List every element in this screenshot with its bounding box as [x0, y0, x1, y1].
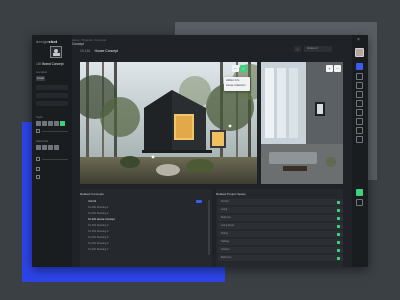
location-label: Location	[36, 70, 48, 74]
space-status-badge	[337, 240, 340, 244]
tree-item[interactable]: 01-181 Drawing 1	[88, 206, 108, 209]
add-button[interactable]: +	[294, 46, 301, 52]
space-status-badge	[337, 248, 340, 252]
list-icon[interactable]	[36, 157, 40, 161]
style-swatches	[36, 121, 65, 126]
app-window: designshot 185 Brand Concept Location Fo…	[32, 35, 368, 267]
image-icon[interactable]	[36, 167, 40, 171]
swatch[interactable]	[48, 121, 53, 126]
swatch[interactable]	[54, 145, 59, 150]
user-icon[interactable]	[356, 127, 363, 134]
interior-image[interactable]	[261, 62, 343, 184]
app-logo: designshot	[36, 39, 58, 44]
related-concepts-panel	[80, 189, 212, 267]
materials-slider[interactable]	[42, 159, 68, 160]
version-select[interactable]: Version 2	[304, 46, 332, 52]
tree-item[interactable]: 01-181 Drawing 2	[88, 212, 108, 215]
swatch[interactable]	[36, 121, 41, 126]
space-status-badge	[337, 224, 340, 228]
filter-icon[interactable]	[356, 199, 363, 206]
section-title: Concept	[72, 42, 84, 46]
folder-tag[interactable]	[196, 200, 202, 203]
swatch[interactable]	[42, 121, 47, 126]
close-icon[interactable]: ×	[357, 37, 360, 43]
space-status-badge	[337, 200, 340, 204]
filter-field-3[interactable]	[36, 101, 68, 106]
settings-icon[interactable]	[356, 118, 363, 125]
swatch[interactable]	[36, 145, 41, 150]
location-chip[interactable]: Forest	[36, 76, 45, 81]
space-status-badge	[337, 216, 340, 220]
expand-icon[interactable]: +	[326, 65, 333, 72]
space-row[interactable]: Bathroom	[218, 255, 343, 261]
help-icon[interactable]	[356, 136, 363, 143]
menu-item[interactable]: House Collection	[224, 82, 250, 87]
related-spaces-title: Related Project Space	[216, 192, 246, 196]
grid-icon[interactable]	[36, 129, 40, 133]
style-slider[interactable]	[42, 131, 68, 132]
tree-folder[interactable]: Unit 01	[88, 200, 96, 203]
tree-item[interactable]: 01-181 Drawing 5	[88, 236, 108, 239]
interior-illustration	[261, 62, 343, 184]
calendar-icon[interactable]	[356, 100, 363, 107]
avatar[interactable]	[355, 48, 364, 57]
tree-item[interactable]: 01-181 Drawing 3	[88, 224, 108, 227]
project-thumbnail[interactable]	[50, 46, 62, 58]
tree-item[interactable]: 01-181 Drawing 7	[88, 248, 108, 251]
space-row[interactable]: Hallway	[218, 239, 343, 245]
space-status-badge	[337, 232, 340, 236]
home-icon[interactable]	[356, 63, 363, 70]
swatch[interactable]	[42, 145, 47, 150]
material-swatches	[36, 145, 59, 150]
swatch[interactable]	[48, 145, 53, 150]
filter-field-2[interactable]	[36, 93, 68, 98]
tree-item-selected[interactable]: 01-181 House Concept	[88, 218, 115, 221]
space-row[interactable]: Living	[218, 207, 343, 213]
space-row[interactable]: Dining	[218, 231, 343, 237]
project-selector[interactable]: 185 Brand Concept	[36, 62, 63, 66]
swatch[interactable]	[54, 121, 59, 126]
concepts-scrollbar[interactable]	[208, 200, 210, 255]
grid-icon[interactable]	[356, 82, 363, 89]
status-icon[interactable]	[356, 189, 363, 196]
space-row[interactable]: Living Room	[218, 223, 343, 229]
layers-icon[interactable]	[356, 73, 363, 80]
materials-label: Materials	[36, 139, 49, 143]
space-row[interactable]: Outdoor	[218, 247, 343, 253]
space-row[interactable]: Bedroom	[218, 215, 343, 221]
folder-icon[interactable]	[36, 175, 40, 179]
space-status-badge	[337, 208, 340, 212]
page-title: 19-181 House Concept	[80, 49, 118, 53]
tree-item[interactable]: 01-181 Drawing 4	[88, 230, 108, 233]
style-label: Style	[36, 115, 43, 119]
filter-field-1[interactable]	[36, 85, 68, 90]
space-status-badge	[337, 256, 340, 260]
image-icon[interactable]	[356, 91, 363, 98]
image-context-menu: Hidden Info House Collection	[224, 77, 250, 91]
space-row[interactable]: Kitchen	[218, 199, 343, 205]
approve-icon[interactable]: ✓	[240, 65, 247, 72]
tree-item[interactable]: 01-181 Drawing 6	[88, 242, 108, 245]
swatch-selected[interactable]	[60, 121, 65, 126]
options-icon[interactable]: ⋯	[334, 65, 341, 72]
related-concepts-title: Related Concepts	[80, 192, 104, 196]
more-options-icon[interactable]: ⋯	[232, 65, 239, 72]
chart-icon[interactable]	[356, 109, 363, 116]
